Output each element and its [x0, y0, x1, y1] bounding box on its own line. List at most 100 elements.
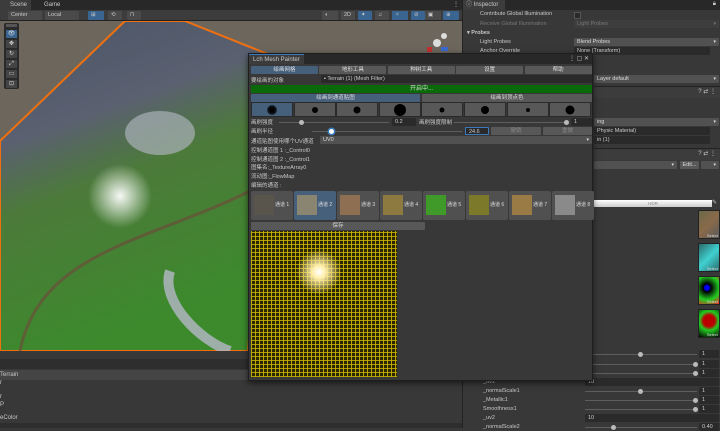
property-value[interactable]: 1 [699, 387, 719, 395]
mode-paint-vertex-color[interactable]: 绘画到顶点色 [422, 94, 592, 102]
channel-button[interactable]: 通道 8 [552, 191, 594, 220]
receive-gi-dropdown[interactable]: Light Probes [574, 20, 719, 28]
save-button[interactable]: 保存 [251, 222, 425, 230]
channel-button[interactable]: 通道 7 [509, 191, 551, 220]
channel-button[interactable]: 通道 2 [294, 191, 336, 220]
radius-field[interactable]: 24.6 [465, 127, 489, 135]
property-slider[interactable] [585, 373, 697, 374]
grid-snap-button[interactable]: ⊞ [88, 11, 104, 20]
texture-thumbnail[interactable]: Select [698, 276, 720, 305]
2d-toggle[interactable]: 2D [341, 11, 355, 20]
brush-option[interactable] [336, 102, 378, 117]
redo-button[interactable]: 重做 [543, 127, 592, 135]
hdr-color-field[interactable]: HDR [594, 200, 712, 207]
property-value[interactable]: 10 [585, 378, 719, 386]
painter-tab-4[interactable]: 帮助 [525, 66, 592, 74]
hidden-objects-toggle[interactable]: ⊘ [411, 11, 425, 20]
strength-slider[interactable] [279, 122, 389, 123]
terrain-data-field[interactable]: in (1) [594, 136, 710, 144]
component-menu-icons[interactable]: ? ⇄ ⋮ [698, 88, 716, 95]
light-probes-dropdown[interactable]: Blend Probes [574, 38, 719, 46]
draw-mode-button[interactable]: ◐ [322, 11, 338, 20]
pivot-dropdown[interactable]: Center [8, 11, 42, 20]
window-controls[interactable]: ⋮ ▢ ✕ [569, 55, 589, 62]
transform-tool[interactable]: ⊡ [6, 80, 17, 88]
uv-dropdown[interactable]: UV0 [320, 136, 592, 144]
texture-thumbnail[interactable]: Select [698, 210, 720, 239]
probes-header[interactable]: Probes [471, 30, 490, 36]
rotate-tool[interactable]: ↻ [6, 50, 17, 58]
increment-snap-button[interactable]: ⊓ [127, 11, 141, 20]
limit-field[interactable]: 1 [571, 118, 592, 126]
move-tool[interactable]: ✥ [6, 40, 17, 48]
painter-tab-0[interactable]: 绘画网格 [251, 66, 318, 74]
brush-option[interactable] [464, 102, 506, 117]
brush-option[interactable] [507, 102, 549, 117]
property-value[interactable]: 1 [699, 369, 719, 377]
brush-option[interactable] [294, 102, 336, 117]
rect-tool[interactable]: ▭ [6, 70, 17, 78]
lighting-toggle[interactable]: ✦ [358, 11, 372, 20]
channel-button[interactable]: 通道 4 [380, 191, 422, 220]
component-menu-icons[interactable]: ? ⇄ ⋮ [698, 150, 716, 157]
inspector-tab[interactable]: ⓘ Inspector [463, 0, 505, 10]
snap-button[interactable]: ⟲ [108, 11, 122, 20]
property-slider[interactable] [585, 400, 697, 401]
property-value[interactable]: 1 [699, 350, 719, 358]
material-field[interactable]: Physic Material) [594, 127, 710, 135]
painter-tab-3[interactable]: 设置 [456, 66, 523, 74]
view-tool[interactable]: 👁 [6, 30, 17, 38]
bottom-text: eColor [0, 415, 18, 421]
painter-tab-2[interactable]: 种树工具 [388, 66, 455, 74]
property-value[interactable]: 0.40 [699, 423, 719, 431]
strength-field[interactable]: 0.2 [392, 118, 416, 126]
shader-options-dropdown[interactable] [701, 161, 719, 169]
property-value[interactable]: 1 [699, 405, 719, 413]
tab-game[interactable]: Game [34, 0, 64, 10]
more-icon[interactable]: ⋮ [453, 1, 459, 8]
orientation-gizmo[interactable] [425, 31, 449, 55]
texture-thumbnail[interactable]: Select [698, 243, 720, 272]
contribute-gi-checkbox[interactable] [574, 12, 581, 19]
shader-dropdown[interactable] [594, 161, 677, 169]
scale-tool[interactable]: ⤢ [6, 60, 17, 68]
anchor-override-field[interactable]: None (Transform) [574, 47, 710, 55]
property-slider[interactable] [585, 354, 697, 355]
property-slider[interactable] [585, 391, 697, 392]
channel-button[interactable]: 通道 5 [423, 191, 465, 220]
mode-paint-channel[interactable]: 绘画到通道贴图 [251, 94, 420, 102]
property-slider[interactable] [585, 409, 697, 410]
layer-dropdown[interactable]: Layer default [594, 75, 719, 83]
target-object-field[interactable]: ▪ Terrain (1) (Mesh Filter) [321, 75, 592, 83]
status-bar[interactable]: 开启中... [251, 85, 592, 93]
property-slider[interactable] [585, 364, 697, 365]
edit-shader-button[interactable]: Edit... [680, 161, 699, 169]
painter-tab-1[interactable]: 地形工具 [319, 66, 386, 74]
effects-toggle[interactable]: ✧ [392, 11, 408, 20]
audio-toggle[interactable]: ♫ [375, 11, 389, 20]
channel-button[interactable]: 通道 1 [251, 191, 293, 220]
undo-button[interactable]: 撤销 [491, 127, 541, 135]
channel-button[interactable]: 通道 3 [337, 191, 379, 220]
texture-thumbnail[interactable]: Select [698, 309, 720, 338]
painter-title-bar[interactable]: Lch Mesh Painter ⋮ ▢ ✕ [249, 54, 592, 64]
limit-slider[interactable] [454, 122, 569, 123]
radius-slider[interactable] [312, 131, 462, 132]
camera-button[interactable]: ▣ [425, 11, 441, 20]
overlay-handle[interactable] [6, 24, 17, 27]
brush-option[interactable] [421, 102, 463, 117]
cooking-dropdown[interactable]: ing [594, 118, 719, 126]
control-texture-preview[interactable] [251, 231, 397, 377]
brush-option[interactable] [251, 102, 293, 117]
property-value[interactable]: 1 [699, 360, 719, 368]
channel-button[interactable]: 通道 6 [466, 191, 508, 220]
property-value[interactable]: 1 [699, 396, 719, 404]
property-value[interactable]: 10 [585, 414, 719, 422]
eyedropper-icon[interactable]: ✎ [712, 199, 717, 206]
lock-icon[interactable]: 🔒︎ [713, 1, 716, 8]
gizmos-button[interactable]: ⊕ [443, 11, 459, 20]
brush-option[interactable] [379, 102, 421, 117]
tab-scene[interactable]: Scene [0, 0, 31, 10]
space-dropdown[interactable]: Local [45, 11, 79, 20]
brush-option[interactable] [549, 102, 591, 117]
